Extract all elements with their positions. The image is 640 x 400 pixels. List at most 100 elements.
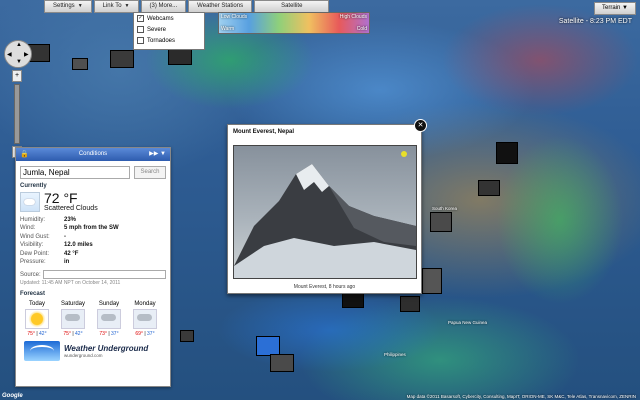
zoom-in-button[interactable]: + [12, 70, 22, 82]
map-toolbar: Settings ▼ Link To ▼ (3) More... Weather S… [44, 0, 330, 13]
webcam-thumbnail[interactable] [478, 180, 500, 196]
webcam-popup-title: Mount Everest, Nepal [233, 129, 295, 135]
map-navigation-control: ▲ ◀ ▶ ▼ + − [2, 40, 32, 158]
forecast-high: 75° [27, 331, 35, 338]
forecast-day-name: Today [28, 301, 45, 308]
forecast-day[interactable]: Sunday 73° | 37° [92, 301, 126, 337]
layer-severe[interactable]: Severe [134, 24, 204, 35]
terrain-button[interactable]: Terrain ▼ [594, 2, 636, 15]
detail-row: Wind Gust: - [20, 233, 166, 241]
detail-row: Wind: 5 mph from the SW [20, 224, 166, 232]
chevron-down-icon: ▼ [77, 3, 83, 9]
webcam-thumbnail[interactable] [168, 48, 192, 65]
map-copyright: Map data ©2011 Basarsoft, Cybercity, Con… [406, 394, 636, 399]
webcam-thumbnail[interactable] [422, 268, 442, 294]
forecast-day-name: Saturday [60, 301, 85, 308]
forecast-low: 37° [111, 331, 119, 338]
lock-icon[interactable]: 🔒 [20, 148, 29, 161]
webcam-thumbnail[interactable] [400, 296, 420, 312]
google-logo[interactable]: Google [2, 393, 23, 399]
detail-value: in [64, 259, 70, 266]
link-to-label: Link To [102, 3, 122, 9]
pan-control[interactable]: ▲ ◀ ▶ ▼ [4, 40, 32, 68]
panel-controls: ▶▶ ▼ [149, 148, 166, 161]
layer-webcams[interactable]: ✓ Webcams [134, 13, 204, 24]
webcam-caption: Mount Everest, 8 hours ago [293, 284, 356, 290]
webcam-thumbnail[interactable] [110, 50, 134, 68]
detail-label: Pressure: [20, 259, 46, 266]
source-label: Source: [20, 271, 41, 278]
forecast-low: 42° [39, 331, 47, 338]
brand-name: Weather Underground [64, 344, 149, 354]
forecast-day-name: Sunday [98, 301, 120, 308]
checkbox-icon[interactable] [137, 26, 144, 33]
updated-timestamp: Updated: 11:45 AM NPT on October 14, 201… [20, 280, 121, 287]
webcam-thumbnail[interactable] [496, 142, 518, 164]
settings-label: Settings [53, 3, 75, 9]
brand-text: Weather Underground wunderground.com [64, 344, 148, 358]
pan-right-icon[interactable]: ▶ [24, 51, 29, 58]
fast-forward-icon[interactable]: ▶▶ [149, 151, 158, 157]
pan-left-icon[interactable]: ◀ [7, 51, 12, 58]
weather-underground-logo-icon [24, 341, 60, 362]
checkbox-icon[interactable] [137, 37, 144, 44]
conditions-title: Conditions [78, 151, 108, 157]
sun-icon [25, 309, 49, 330]
thunderstorm-icon [97, 309, 121, 330]
detail-row: Humidity: 23% [20, 216, 166, 224]
forecast-day[interactable]: Today 75° | 42° [20, 301, 54, 337]
map-label-philippines: Philippines [384, 352, 406, 357]
weather-underground-logo[interactable]: Weather Underground wunderground.com [16, 337, 170, 365]
detail-row: Pressure: in [20, 258, 166, 266]
webcam-thumbnail[interactable] [430, 212, 452, 232]
layer-label: Tornadoes [147, 37, 176, 44]
map-label-south-korea: South Korea [432, 206, 458, 211]
source-select[interactable] [42, 270, 166, 280]
webcam-image[interactable] [233, 145, 417, 279]
forecast-day[interactable]: Saturday 75° | 42° [56, 301, 90, 337]
legend-cold: Cold [356, 26, 367, 32]
settings-button[interactable]: Settings ▼ [44, 0, 92, 13]
conditions-panel-header: 🔒 Conditions ▶▶ ▼ [16, 148, 170, 161]
forecast-temps: 75° | 42° [63, 331, 83, 338]
weather-stations-label: Weather Stations [197, 3, 244, 9]
current-temperature: 72 °F [44, 190, 78, 206]
search-button[interactable]: Search [134, 166, 166, 179]
detail-label: Dew Point: [20, 250, 50, 257]
forecast-heading: Forecast [20, 291, 46, 298]
layer-tornadoes[interactable]: Tornadoes [134, 35, 204, 46]
forecast-low: 37° [147, 331, 155, 338]
detail-value: 12.0 miles [64, 242, 93, 249]
partly-cloudy-icon [20, 191, 40, 212]
pan-down-icon[interactable]: ▼ [16, 59, 22, 65]
detail-label: Visibility: [20, 242, 44, 249]
satellite-button-label: Satellite [281, 3, 303, 9]
satellite-time-label: Satellite - 8:23 PM EDT [558, 18, 632, 25]
forecast-row: Today 75° | 42° Saturday 75° | 42° Sunda… [16, 299, 170, 337]
webcam-thumbnail[interactable] [72, 58, 88, 70]
forecast-temps: 69° | 37° [135, 331, 155, 338]
webcam-thumbnail[interactable] [256, 336, 280, 356]
chevron-down-icon: ▼ [622, 5, 628, 11]
pan-up-icon[interactable]: ▲ [16, 42, 22, 48]
chevron-down-icon[interactable]: ▼ [160, 151, 166, 157]
thunderstorm-icon [133, 309, 157, 330]
location-input[interactable]: Jumla, Nepal [20, 166, 130, 179]
terrain-label: Terrain [602, 5, 621, 11]
brand-url: wunderground.com [64, 353, 103, 359]
link-to-button[interactable]: Link To ▼ [93, 0, 139, 13]
current-conditions: 72 °F Scattered Clouds [16, 191, 170, 212]
legend-high-clouds: High Clouds [339, 14, 367, 20]
source-row: Source: [16, 266, 170, 280]
detail-value: - [64, 233, 66, 240]
zoom-slider[interactable] [14, 84, 20, 144]
conditions-panel: 🔒 Conditions ▶▶ ▼ Jumla, Nepal Search Cu… [15, 147, 171, 387]
detail-row: Dew Point: 42 °F [20, 250, 166, 258]
webcam-thumbnail[interactable] [180, 330, 194, 342]
detail-value: 23% [64, 217, 77, 223]
close-icon[interactable]: ✕ [414, 119, 427, 132]
forecast-day[interactable]: Monday 69° | 37° [128, 301, 162, 337]
webcam-thumbnail[interactable] [342, 292, 364, 308]
checkbox-checked-icon[interactable]: ✓ [137, 15, 144, 22]
webcam-thumbnail[interactable] [270, 354, 294, 372]
